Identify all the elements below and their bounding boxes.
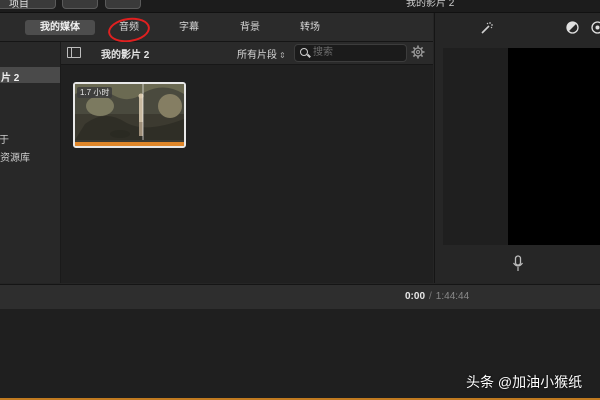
clip-duration-badge: 1.7 小时 (77, 87, 113, 98)
timeline-header: 0:00/1:44:44 (0, 284, 600, 310)
tab-backgrounds[interactable]: 背景 (240, 21, 260, 35)
sidebar-toggle-icon[interactable] (67, 47, 81, 58)
sidebar-item-partial[interactable]: 于 (0, 131, 9, 146)
browser-title: 我的影片 2 (101, 50, 150, 61)
viewer-side-area (443, 48, 508, 245)
tab-transitions[interactable]: 转场 (300, 21, 320, 35)
library-sidebar: 片 2 于 资源库 (0, 42, 61, 283)
search-input[interactable] (313, 46, 401, 59)
viewer-toolbar (435, 13, 600, 41)
top-toolbar: 项目 我的影片 2 (0, 0, 600, 13)
media-browser: 我的影片 2 所有片段 ⇕ 搜索 1.7 小时 (61, 42, 433, 283)
watermark-text: 头条 @加油小猴纸 (466, 374, 583, 390)
color-balance-icon[interactable] (566, 21, 579, 34)
sidebar-item-label: 片 2 (1, 73, 20, 84)
back-to-projects-button[interactable]: 项目 (0, 0, 56, 10)
timeline-area[interactable]: 头条 @加油小猴纸 (0, 309, 600, 400)
clip-filter-select[interactable]: 所有片段 ⇕ (237, 46, 286, 61)
search-icon (300, 48, 308, 56)
video-viewer[interactable] (508, 48, 600, 245)
back-to-projects-label: 项目 (9, 0, 29, 10)
browser-tab-bar: 我的媒体 音频 字幕 背景 转场 (0, 13, 433, 45)
microphone-icon[interactable] (512, 255, 524, 273)
video-clip-thumbnail[interactable]: 1.7 小时 (73, 82, 186, 148)
sidebar-item-project[interactable]: 片 2 (0, 67, 60, 84)
total-time: 1:44:44 (435, 291, 470, 302)
sidebar-item-library[interactable]: 资源库 (0, 149, 30, 164)
viewer-panel (434, 13, 600, 283)
time-separator: / (429, 291, 432, 302)
magic-wand-icon[interactable] (479, 21, 493, 35)
share-button[interactable] (105, 0, 141, 9)
timecode-display: 0:00/1:44:44 (405, 291, 469, 302)
annotation-circle (106, 15, 152, 45)
search-field[interactable] (294, 44, 407, 62)
chevron-updown-icon: ⇕ (279, 51, 286, 60)
clip-filter-label: 所有片段 (237, 50, 277, 61)
current-time: 0:00 (405, 291, 426, 302)
tab-titles[interactable]: 字幕 (179, 21, 199, 35)
clip-usage-bar (75, 142, 184, 146)
tab-my-media[interactable]: 我的媒体 (25, 20, 95, 35)
import-media-button[interactable] (62, 0, 98, 9)
gear-icon[interactable] (411, 45, 425, 59)
browser-toolbar: 我的影片 2 所有片段 ⇕ (61, 42, 433, 65)
project-title: 我的影片 2 (406, 0, 455, 9)
color-correction-icon[interactable] (591, 21, 600, 34)
